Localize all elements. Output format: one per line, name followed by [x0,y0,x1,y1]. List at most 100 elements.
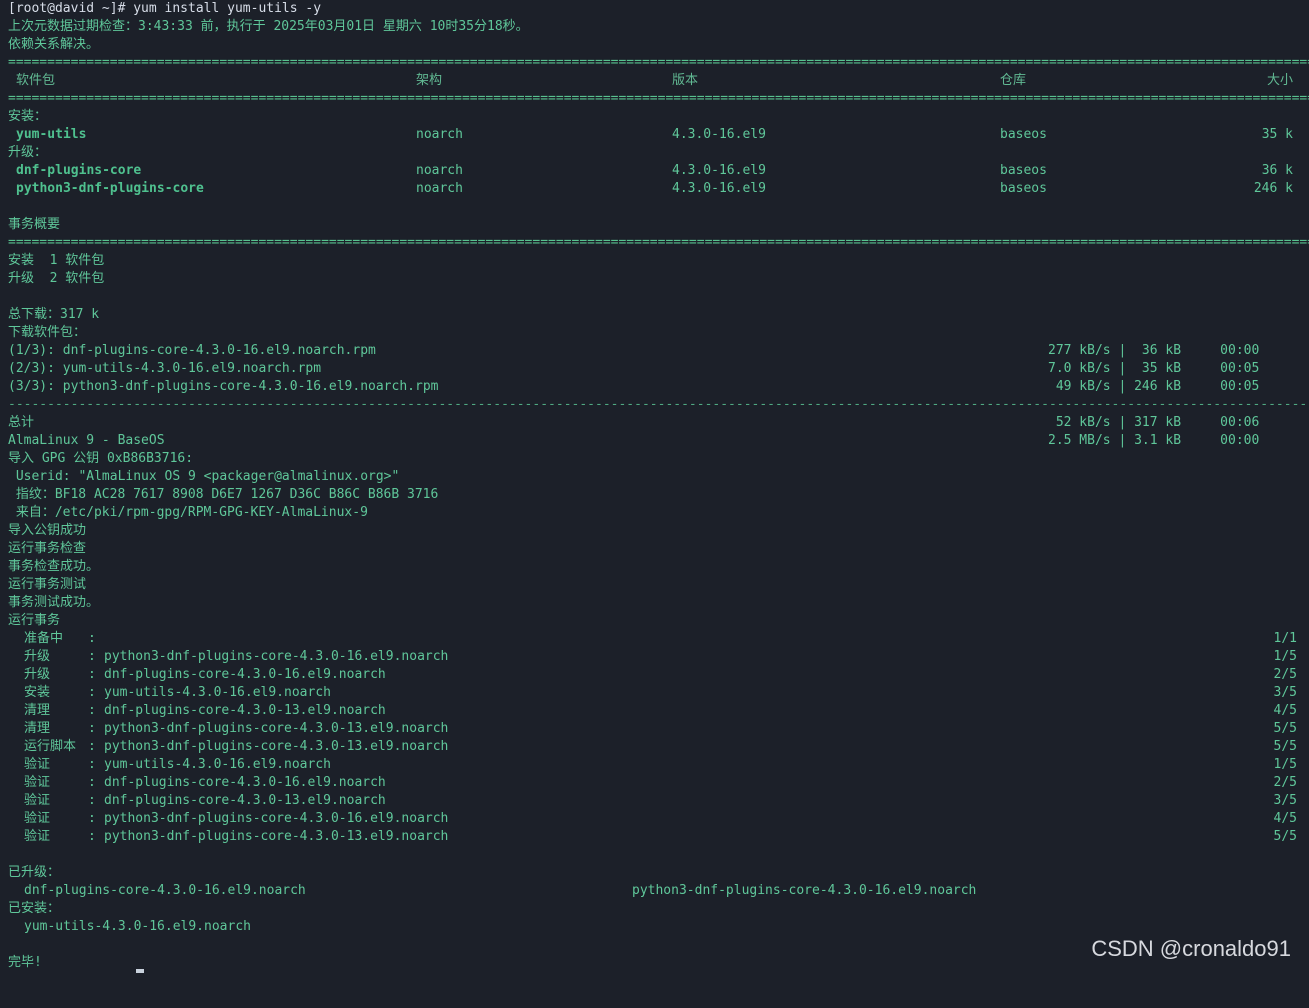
tx-step-colon: : [88,793,96,808]
pkg-repo: baseos [1000,127,1047,142]
tx-step-row: 升级 : python3-dnf-plugins-core-4.3.0-16.el… [0,648,1309,666]
tx-step-row: 验证 : dnf-plugins-core-4.3.0-13.el9.noarch… [0,792,1309,810]
tx-line-text: 运行事务 [8,613,61,628]
summary-install-text: 安装 1 软件包 [8,253,105,268]
total-label: 总计 [8,415,35,430]
tx-step-colon: : [88,667,96,682]
tx-step-row: 运行脚本: python3-dnf-plugins-core-4.3.0-13.e… [0,738,1309,756]
table-row: python3-dnf-plugins-core noarch 4.3.0-16… [0,180,1309,198]
tx-line-text: 事务检查成功。 [8,559,100,574]
pkg-arch: noarch [416,181,463,196]
pkg-name: dnf-plugins-core [16,163,142,178]
table-row: dnf-plugins-core noarch 4.3.0-16.el9 bas… [0,162,1309,180]
tx-step-colon: : [88,775,96,790]
download-row: (1/3): dnf-plugins-core-4.3.0-16.el9.noa… [0,342,1309,360]
tx-step-action: 验证 [24,775,82,790]
tx-step-action: 验证 [24,829,82,844]
tx-step-count: 4/5 [1273,811,1297,826]
total-stats: 52 kB/s | 317 kB 00:06 [1048,415,1260,430]
terminal-window[interactable]: [root@david ~]# yum install yum-utils -y… [0,0,1309,973]
tx-step-colon: : [88,631,96,646]
gpg-import-text: 导入 GPG 公钥 0xB86B3716: [8,451,194,466]
tx-step-pkg: python3-dnf-plugins-core-4.3.0-13.el9.no… [104,829,449,844]
tx-step-count: 1/1 [1273,631,1297,646]
done-text: 完毕! [8,955,42,970]
tx-step-colon: : [88,757,96,772]
summary-install: 安装 1 软件包 [0,252,1309,270]
tx-step-pkg: yum-utils-4.3.0-16.el9.noarch [104,757,331,772]
tx-step-colon: : [88,721,96,736]
watermark: CSDN @cronaldo91 [1091,936,1291,961]
installed-pkg: yum-utils-4.3.0-16.el9.noarch [24,919,251,934]
pkg-arch: noarch [416,163,463,178]
gpg-source-text: 来自：/etc/pki/rpm-gpg/RPM-GPG-KEY-AlmaLinu… [8,505,368,520]
pkg-repo: baseos [1000,181,1047,196]
tx-line: 运行事务 [0,612,1309,630]
tx-step-action: 清理 [24,703,82,718]
tx-line: 事务检查成功。 [0,558,1309,576]
rule-dashes: ----------------------------------------… [0,396,1309,414]
tx-step-count: 2/5 [1273,775,1297,790]
download-label: (1/3): dnf-plugins-core-4.3.0-16.el9.noa… [8,343,376,358]
metadata-line: 上次元数据过期检查：3:43:33 前，执行于 2025年03月01日 星期六 … [0,18,1309,36]
pkg-version: 4.3.0-16.el9 [672,163,766,178]
rule-text: ========================================… [8,91,1309,106]
pkg-size: 35 k [1261,127,1293,142]
gpg-fingerprint: 指纹：BF18 AC28 7617 8908 D6E7 1267 D36C B8… [0,486,1309,504]
tx-step-colon: : [88,829,96,844]
header-package: 软件包 [16,73,56,88]
tx-step-action: 安装 [24,685,82,700]
rule-text: ----------------------------------------… [8,397,1309,412]
download-stats: 7.0 kB/s | 35 kB 00:05 [1048,361,1260,376]
tx-step-pkg: python3-dnf-plugins-core-4.3.0-13.el9.no… [104,739,449,754]
tx-step-count: 3/5 [1273,685,1297,700]
pkg-size: 36 k [1261,163,1293,178]
header-repo: 仓库 [1000,73,1027,88]
repo-row: AlmaLinux 9 - BaseOS 2.5 MB/s | 3.1 kB 0… [0,432,1309,450]
upgraded-pkg: python3-dnf-plugins-core-4.3.0-16.el9.no… [632,883,977,898]
tx-step-row: 清理 : dnf-plugins-core-4.3.0-13.el9.noarch… [0,702,1309,720]
table-row: yum-utils noarch 4.3.0-16.el9 baseos 35 … [0,126,1309,144]
upgraded-pkg: dnf-plugins-core-4.3.0-16.el9.noarch [24,883,306,898]
tx-step-row: 升级 : dnf-plugins-core-4.3.0-16.el9.noarch… [0,666,1309,684]
pkg-name: yum-utils [16,127,87,142]
download-row: (3/3): python3-dnf-plugins-core-4.3.0-16… [0,378,1309,396]
tx-step-pkg: dnf-plugins-core-4.3.0-13.el9.noarch [104,703,386,718]
tx-step-pkg: dnf-plugins-core-4.3.0-13.el9.noarch [104,793,386,808]
rule-top: ========================================… [0,54,1309,72]
tx-step-count: 2/5 [1273,667,1297,682]
installed-label: 已安装： [0,900,1309,918]
tx-step-count: 1/5 [1273,757,1297,772]
downloading-text: 下载软件包： [8,325,87,340]
install-section-label: 安装： [0,108,1309,126]
download-row: (2/3): yum-utils-4.3.0-16.el9.noarch.rpm… [0,360,1309,378]
tx-step-colon: : [88,649,96,664]
tx-line: 事务测试成功。 [0,594,1309,612]
tx-step-row: 验证 : python3-dnf-plugins-core-4.3.0-16.el… [0,810,1309,828]
gpg-success-text: 导入公钥成功 [8,523,87,538]
tx-step-count: 3/5 [1273,793,1297,808]
tx-step-action: 升级 [24,667,82,682]
tx-step-action: 运行脚本 [24,739,77,754]
total-row: 总计 52 kB/s | 317 kB 00:06 [0,414,1309,432]
command-prompt: [root@david ~]# yum install yum-utils -y [8,1,322,16]
summary-upgrade: 升级 2 软件包 [0,270,1309,288]
tx-step-pkg: python3-dnf-plugins-core-4.3.0-16.el9.no… [104,649,449,664]
pkg-version: 4.3.0-16.el9 [672,127,766,142]
dep-resolved-text: 依赖关系解决。 [8,37,100,52]
tx-step-count: 5/5 [1273,829,1297,844]
dep-resolved-line: 依赖关系解决。 [0,36,1309,54]
tx-step-pkg: dnf-plugins-core-4.3.0-16.el9.noarch [104,775,386,790]
tx-step-colon: : [88,739,96,754]
gpg-userid: Userid: "AlmaLinux OS 9 <packager@almali… [0,468,1309,486]
gpg-import: 导入 GPG 公钥 0xB86B3716: [0,450,1309,468]
rule-text: ========================================… [8,235,1309,250]
repo-label: AlmaLinux 9 - BaseOS [8,433,165,448]
tx-line-text: 运行事务检查 [8,541,87,556]
download-stats: 277 kB/s | 36 kB 00:00 [1048,343,1260,358]
tx-step-pkg: dnf-plugins-core-4.3.0-16.el9.noarch [104,667,386,682]
rule-text: ========================================… [8,55,1309,70]
terminal-cursor [136,969,144,973]
tx-step-action: 准备中 [24,631,79,646]
summary-title: 事务概要 [0,216,1309,234]
